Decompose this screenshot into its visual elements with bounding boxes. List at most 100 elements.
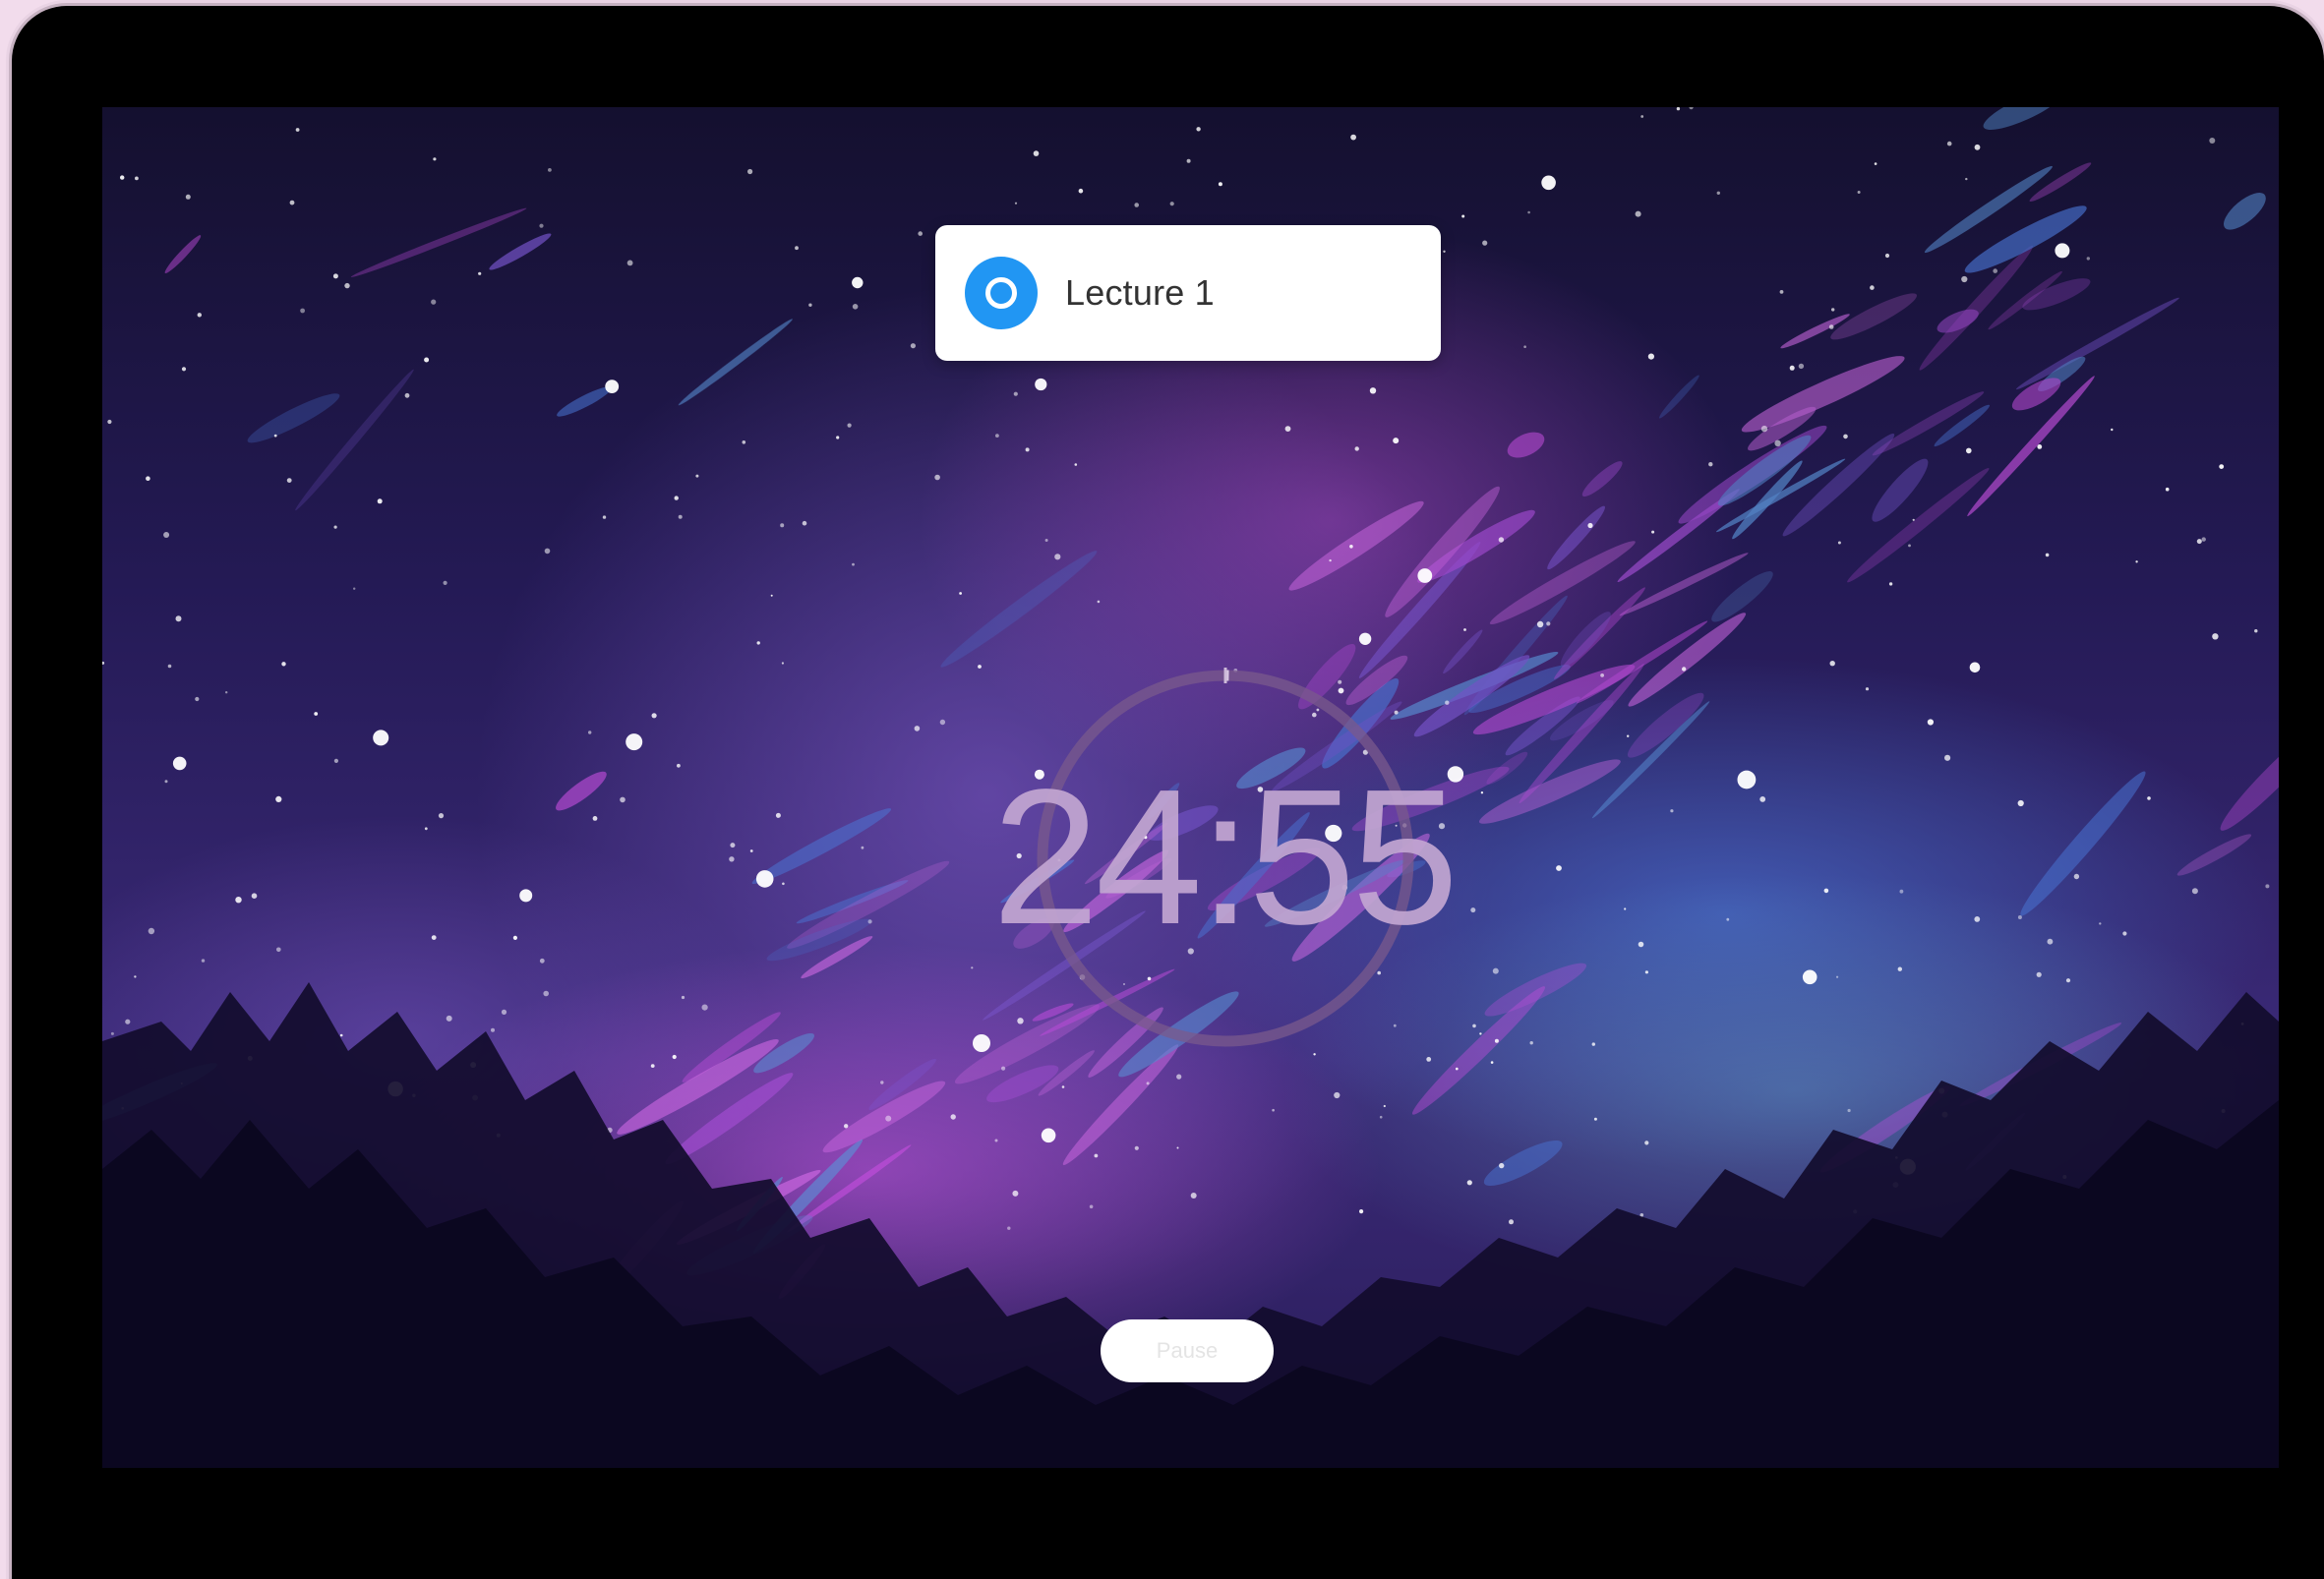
star <box>2165 487 2170 492</box>
star <box>701 1004 708 1011</box>
star <box>1874 162 1877 165</box>
star <box>1676 107 1681 111</box>
star <box>289 200 295 205</box>
star <box>1176 1074 1182 1080</box>
star <box>1445 700 1450 705</box>
star <box>1726 917 1730 921</box>
star <box>110 1031 114 1035</box>
star <box>1509 1219 1514 1225</box>
star <box>167 664 172 669</box>
star <box>1870 285 1875 290</box>
star <box>1546 621 1551 626</box>
star <box>1908 544 1911 548</box>
star <box>1417 568 1433 583</box>
star <box>910 343 917 349</box>
star <box>1461 214 1465 218</box>
star <box>1482 240 1488 246</box>
star <box>1789 365 1795 371</box>
star <box>2265 884 2270 889</box>
star <box>2047 938 2054 945</box>
star <box>446 1015 452 1022</box>
star <box>146 476 150 482</box>
star <box>1974 916 1981 922</box>
star <box>2017 799 2024 807</box>
star <box>2191 888 2198 895</box>
star <box>1359 1209 1364 1214</box>
star <box>1640 115 1644 118</box>
star <box>543 990 549 997</box>
star <box>1443 250 1446 253</box>
star <box>544 548 551 555</box>
star <box>519 889 533 903</box>
device-frame: Lecture 1 24:55 Pause <box>12 6 2324 1579</box>
star <box>677 763 681 768</box>
star <box>424 827 428 831</box>
star <box>134 975 137 978</box>
star <box>431 299 437 305</box>
star <box>2017 915 2022 919</box>
star <box>548 168 552 172</box>
star <box>1074 463 1078 466</box>
star <box>626 260 633 266</box>
star <box>1899 889 1904 894</box>
star <box>852 276 864 289</box>
star <box>626 733 643 751</box>
star <box>1779 290 1784 294</box>
pause-button[interactable]: Pause <box>1101 1319 1274 1382</box>
star <box>275 795 282 803</box>
star <box>1638 941 1644 948</box>
star <box>959 592 962 595</box>
star <box>1061 1085 1065 1088</box>
star <box>592 816 598 821</box>
star <box>1012 1190 1019 1197</box>
star <box>1186 158 1191 163</box>
star <box>995 434 999 438</box>
star <box>780 523 785 528</box>
star <box>1541 175 1556 191</box>
star <box>1774 439 1781 446</box>
star <box>672 1054 677 1060</box>
star <box>852 562 855 566</box>
star <box>1490 1061 1494 1064</box>
star <box>1369 387 1377 394</box>
star <box>2219 464 2225 469</box>
task-label: Lecture 1 <box>1065 272 1215 313</box>
star <box>201 959 206 963</box>
star <box>225 691 228 694</box>
star <box>1966 447 1972 454</box>
star <box>1463 628 1466 631</box>
star <box>1865 687 1870 691</box>
star <box>1358 632 1372 645</box>
star <box>742 440 746 444</box>
star <box>332 273 338 279</box>
star <box>1329 558 1332 562</box>
current-task-card[interactable]: Lecture 1 <box>935 225 1441 361</box>
circle-check-icon[interactable] <box>965 257 1038 329</box>
star <box>2196 539 2202 545</box>
star <box>1536 620 1544 628</box>
star <box>433 157 437 161</box>
star <box>1831 308 1835 312</box>
star <box>2055 243 2070 259</box>
star <box>1912 518 1915 521</box>
star <box>2254 629 2258 633</box>
star <box>978 665 982 669</box>
star <box>1379 1115 1383 1119</box>
star <box>1884 253 1890 259</box>
star <box>950 1114 956 1120</box>
star <box>1737 770 1757 790</box>
star <box>775 812 781 818</box>
star <box>1017 1018 1024 1024</box>
star <box>852 304 859 310</box>
star <box>1682 667 1687 672</box>
star <box>1857 191 1861 194</box>
star <box>1466 1180 1472 1186</box>
star <box>1089 1204 1094 1209</box>
star <box>1334 1091 1341 1099</box>
star <box>1349 545 1353 549</box>
star <box>273 434 277 438</box>
star <box>2212 633 2219 640</box>
star <box>1313 1053 1316 1056</box>
star <box>1836 975 1839 978</box>
star <box>2036 971 2042 977</box>
